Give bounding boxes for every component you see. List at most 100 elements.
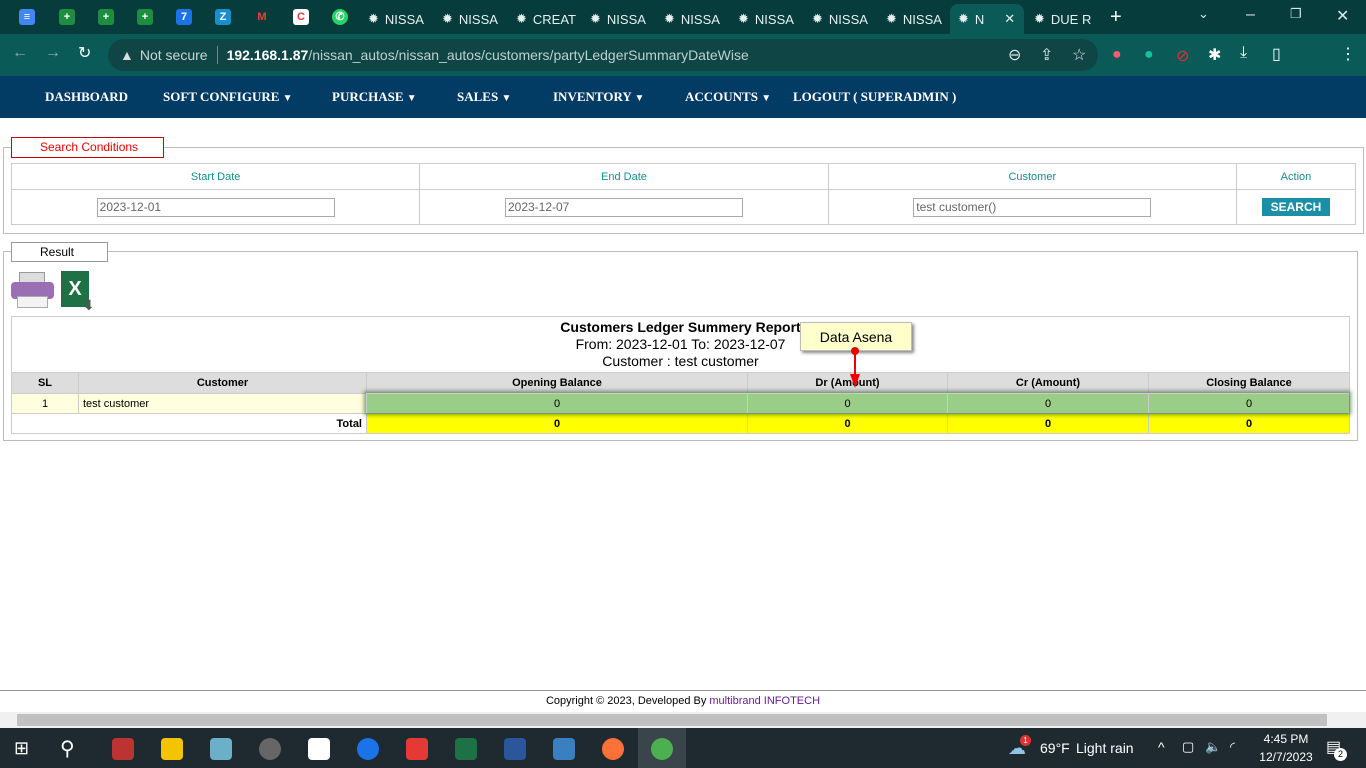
gear-icon: ✹ xyxy=(958,11,969,26)
horizontal-scrollbar[interactable] xyxy=(0,712,1366,728)
nav-purchase[interactable]: PURCHASE ▼ xyxy=(332,89,417,105)
gear-icon: ✹ xyxy=(664,11,675,26)
tab-search-icon[interactable]: ⌄ xyxy=(1198,6,1209,22)
caret-down-icon: ▼ xyxy=(282,93,293,104)
gear-icon: ✹ xyxy=(368,11,379,26)
sheets-tab-icon[interactable]: + xyxy=(137,9,153,25)
docs-tab-icon[interactable]: ≡ xyxy=(19,9,35,25)
tab[interactable]: ✹ NISSA xyxy=(656,4,720,34)
forward-icon[interactable]: → xyxy=(45,44,61,62)
new-tab-icon[interactable]: + xyxy=(1110,6,1122,29)
chrome-taskbar-item[interactable] xyxy=(638,728,686,768)
side-panel-icon[interactable]: ▯ xyxy=(1272,44,1281,64)
tab[interactable]: ✹ NISSA xyxy=(582,4,646,34)
bookmark-star-icon[interactable]: ☆ xyxy=(1072,45,1086,65)
app-icon[interactable] xyxy=(210,738,232,760)
end-date-input[interactable]: 2023-12-07 xyxy=(504,197,743,217)
report-range: From: 2023-12-01 To: 2023-12-07 xyxy=(575,336,786,352)
tab[interactable]: ✹ NISSA xyxy=(804,4,868,34)
tray-chevron-icon[interactable]: ^ xyxy=(1158,739,1165,755)
search-conditions-legend: Search Conditions xyxy=(11,137,164,158)
back-icon[interactable]: ← xyxy=(12,44,28,62)
close-window-icon[interactable]: ✕ xyxy=(1336,6,1349,26)
reload-icon[interactable]: ↻ xyxy=(78,43,91,63)
anydesk-icon[interactable] xyxy=(406,738,428,760)
app-icon[interactable] xyxy=(112,738,134,760)
zoom-icon[interactable]: ⊖ xyxy=(1008,45,1021,65)
gmail-tab-icon[interactable]: M xyxy=(254,9,270,25)
print-icon[interactable] xyxy=(11,272,54,308)
tab[interactable]: ✹ NISSA xyxy=(878,4,942,34)
volume-icon[interactable]: 🔈 xyxy=(1205,739,1221,755)
gear-icon: ✹ xyxy=(886,11,897,26)
tab-active[interactable]: ✹ N ✕ xyxy=(950,4,1024,34)
menu-icon[interactable]: ⋮ xyxy=(1340,44,1356,64)
excel-icon[interactable] xyxy=(455,738,477,760)
report-title: Customers Ledger Summery Report xyxy=(560,319,801,335)
app-icon[interactable] xyxy=(553,738,575,760)
visio-icon[interactable] xyxy=(504,738,526,760)
annotation-line xyxy=(854,352,856,376)
report-customer: Customer : test customer xyxy=(602,353,759,369)
firefox-icon[interactable] xyxy=(602,738,624,760)
tab[interactable]: ✹ NISSA xyxy=(434,4,498,34)
clock-time[interactable]: 4:45 PM xyxy=(1256,732,1316,746)
gear-icon: ✹ xyxy=(812,11,823,26)
caret-down-icon: ▼ xyxy=(634,93,645,104)
gear-icon: ✹ xyxy=(442,11,453,26)
download-icon[interactable]: ⤓ xyxy=(1240,44,1247,62)
clock-date[interactable]: 12/7/2023 xyxy=(1256,750,1316,764)
footer-brand-link[interactable]: multibrand INFOTECH xyxy=(709,695,820,707)
zoom-app-icon[interactable] xyxy=(357,738,379,760)
table-row: 1 test customer 0000 xyxy=(11,393,1350,414)
windows-start-icon[interactable]: ⊞ xyxy=(14,738,29,759)
whatsapp-icon[interactable] xyxy=(259,738,281,760)
gear-icon: ✹ xyxy=(738,11,749,26)
nav-sales[interactable]: SALES ▼ xyxy=(457,89,511,105)
whatsapp-tab-icon[interactable]: ✆ xyxy=(332,9,348,25)
gear-icon: ✹ xyxy=(516,11,527,26)
tab-strip: ≡ + + + 7 Z M C ✆ ✹ NISSA ✹ NISSA ✹ CREAT ✹… xyxy=(0,0,1366,34)
wifi-icon[interactable]: ◜ xyxy=(1230,739,1235,755)
sticky-notes-icon[interactable] xyxy=(161,738,183,760)
app-icon[interactable] xyxy=(308,738,330,760)
total-row: Total 0000 xyxy=(11,413,1350,434)
tab[interactable]: ✹ CREAT xyxy=(508,4,576,34)
start-date-input[interactable]: 2023-12-01 xyxy=(96,197,335,217)
nav-logout[interactable]: LOGOUT ( SUPERADMIN ) xyxy=(793,89,956,105)
search-icon[interactable]: ⚲ xyxy=(60,736,75,761)
close-tab-icon[interactable]: ✕ xyxy=(1004,11,1015,27)
nav-dashboard[interactable]: DASHBOARD xyxy=(45,89,128,105)
excel-export-icon[interactable]: X ⬇ xyxy=(61,271,96,313)
meet-icon[interactable]: ▢ xyxy=(1182,739,1194,755)
chrome-icon xyxy=(651,738,673,760)
tab[interactable]: ✹ NISSA xyxy=(730,4,794,34)
app-tab-icon[interactable]: C xyxy=(293,9,309,25)
nav-inventory[interactable]: INVENTORY ▼ xyxy=(553,89,644,105)
omnibox[interactable]: ▲ Not secure 192.168.1.87/nissan_autos/n… xyxy=(108,39,1098,71)
extension-icon[interactable]: ● xyxy=(1112,46,1122,64)
warning-icon: ▲ xyxy=(120,47,134,63)
caret-down-icon: ▼ xyxy=(761,93,772,104)
nav-soft-configure[interactable]: SOFT CONFIGURE ▼ xyxy=(163,89,293,105)
caret-down-icon: ▼ xyxy=(406,93,417,104)
report-table: Customers Ledger Summery Report From: 20… xyxy=(11,316,1350,434)
sheets-tab-icon[interactable]: + xyxy=(59,9,75,25)
customer-input[interactable]: test customer() xyxy=(913,197,1152,217)
caret-down-icon: ▼ xyxy=(501,93,512,104)
sheets-tab-icon[interactable]: + xyxy=(98,9,114,25)
zoho-tab-icon[interactable]: Z xyxy=(215,9,231,25)
gear-icon: ✹ xyxy=(1034,11,1045,26)
tab[interactable]: ✹ NISSA xyxy=(360,4,424,34)
share-icon[interactable]: ⇪ xyxy=(1040,45,1053,65)
minimize-icon[interactable]: – xyxy=(1246,6,1255,24)
result-legend: Result xyxy=(11,242,108,262)
extension-icon[interactable]: ⊘ xyxy=(1176,46,1189,66)
restore-icon[interactable]: ❐ xyxy=(1290,6,1302,22)
nav-accounts[interactable]: ACCOUNTS ▼ xyxy=(685,89,771,105)
tab[interactable]: ✹ DUE R xyxy=(1026,4,1091,34)
extensions-icon[interactable]: ✱ xyxy=(1208,45,1221,65)
search-button[interactable]: SEARCH xyxy=(1261,198,1331,216)
calendar-tab-icon[interactable]: 7 xyxy=(176,9,192,25)
grammarly-icon[interactable]: ● xyxy=(1144,46,1154,64)
